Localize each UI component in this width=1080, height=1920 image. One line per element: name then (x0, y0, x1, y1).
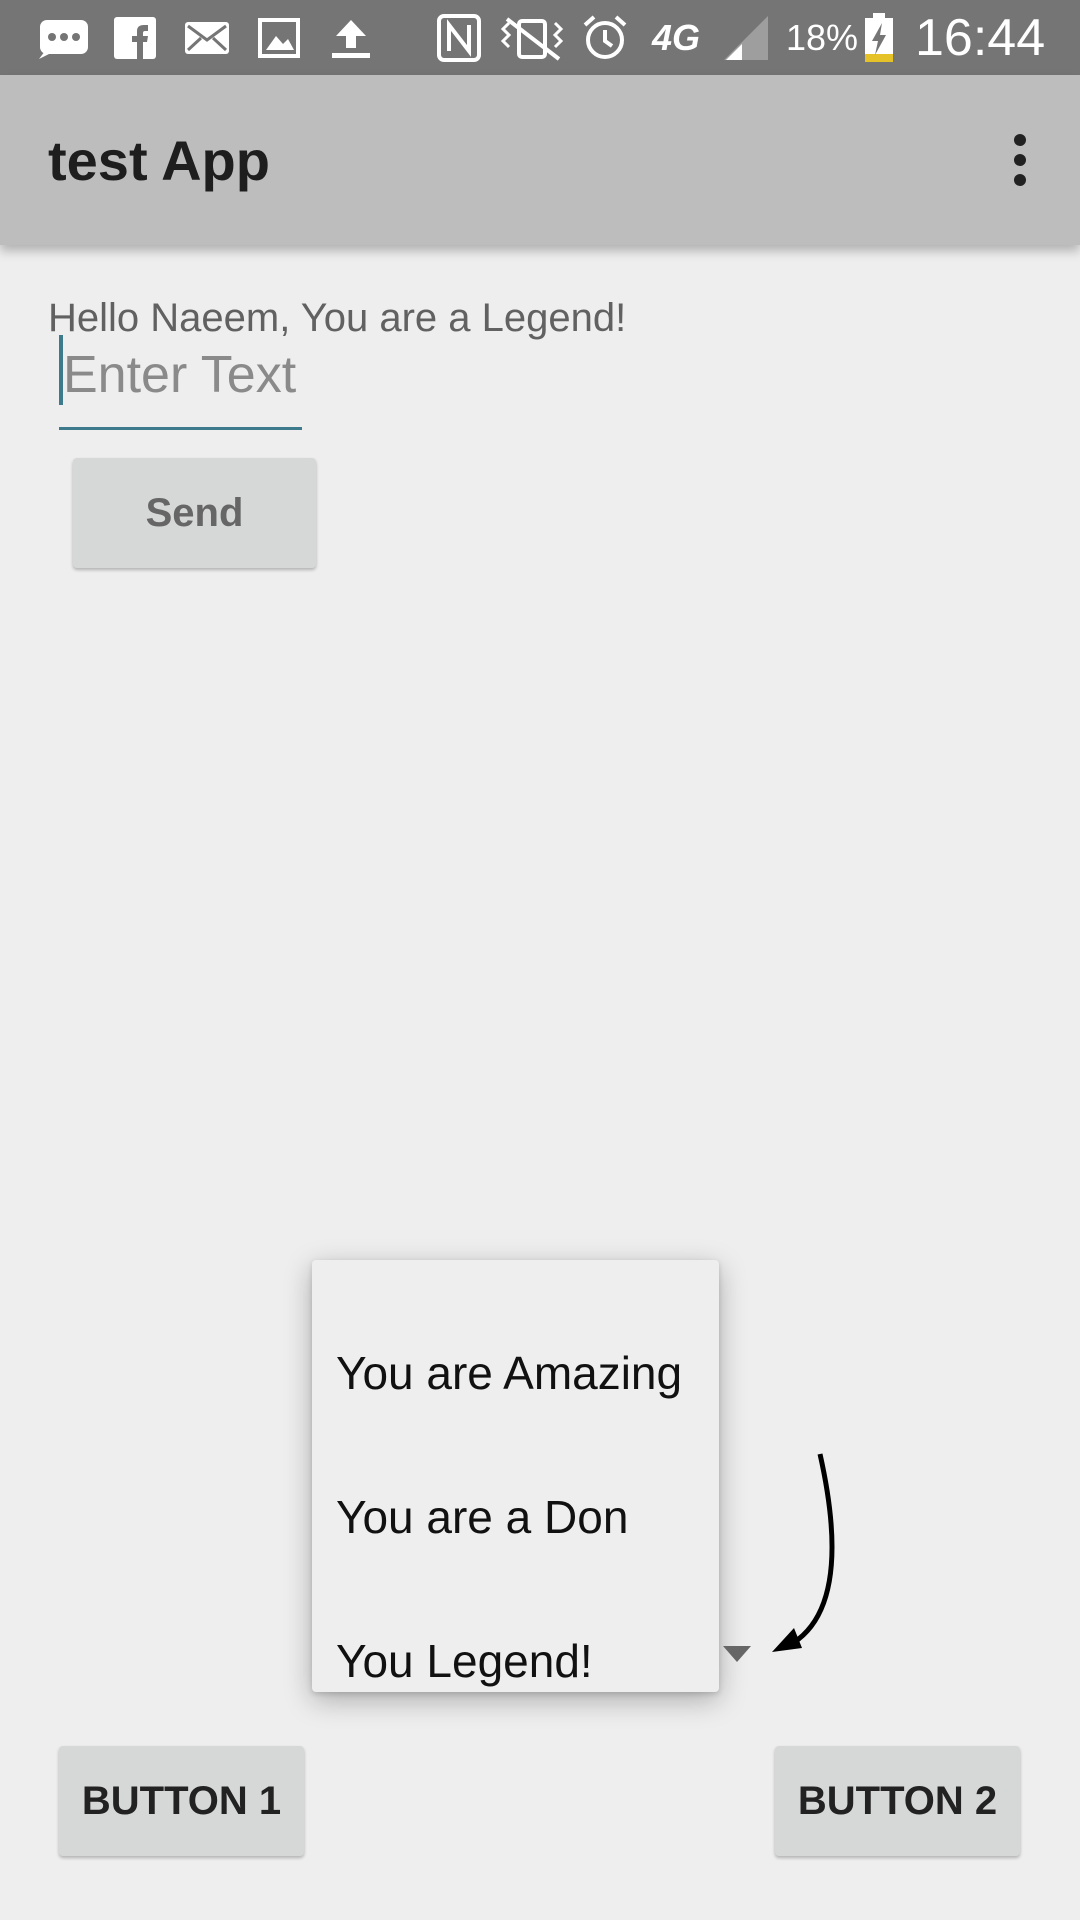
facebook-icon (112, 0, 158, 75)
button-1[interactable]: BUTTON 1 (59, 1746, 304, 1856)
spinner-dropdown-popup: You are Amazing You are a Don You Legend… (312, 1260, 719, 1692)
image-icon (256, 0, 302, 75)
vibrate-icon (496, 0, 568, 75)
more-vert-icon[interactable] (985, 125, 1055, 195)
message-icon (36, 0, 92, 75)
spinner-arrow-icon[interactable] (723, 1646, 751, 1662)
mail-icon (184, 0, 230, 75)
status-bar: 4G 18% 16:44 (0, 0, 1080, 75)
signal-icon (722, 0, 770, 75)
upload-icon (326, 0, 376, 75)
dropdown-option-2[interactable]: You are a Don (336, 1477, 628, 1557)
battery-icon (862, 0, 896, 75)
send-button[interactable]: Send (73, 458, 316, 568)
nfc-icon (434, 0, 484, 75)
text-input-field[interactable] (59, 335, 302, 430)
text-cursor (59, 335, 63, 405)
app-title: test App (48, 128, 270, 192)
dropdown-option-1[interactable]: You are Amazing (336, 1333, 682, 1413)
app-bar: test App (0, 75, 1080, 245)
alarm-icon (580, 0, 630, 75)
battery-percent: 18% (786, 16, 859, 58)
dropdown-option-3[interactable]: You Legend! (336, 1621, 593, 1701)
input-underline (59, 427, 302, 430)
clock: 16:44 (915, 8, 1046, 67)
annotation-arrow-icon (772, 1453, 835, 1652)
text-input[interactable] (59, 335, 302, 415)
network-type-label: 4G (652, 16, 701, 58)
button-2[interactable]: BUTTON 2 (775, 1746, 1020, 1856)
